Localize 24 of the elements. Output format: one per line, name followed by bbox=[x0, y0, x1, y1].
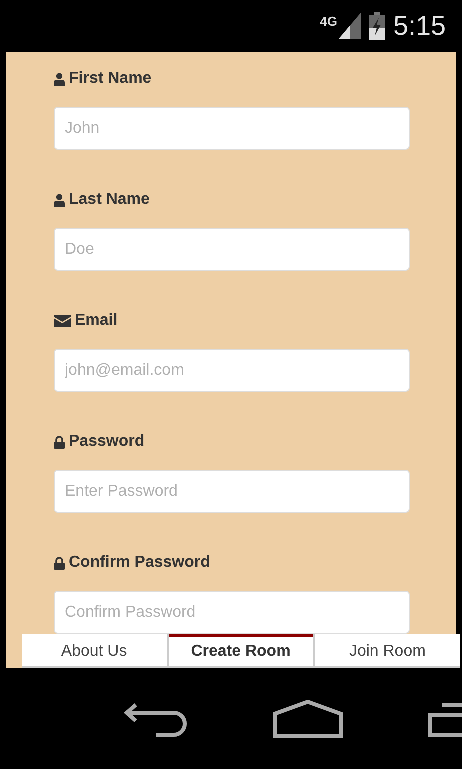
signal-icon bbox=[339, 13, 362, 39]
user-icon bbox=[54, 194, 65, 206]
back-icon[interactable] bbox=[124, 700, 188, 736]
user-icon bbox=[54, 72, 65, 86]
tab[interactable]: About Us bbox=[22, 634, 167, 666]
field-label: Last Name bbox=[69, 191, 150, 209]
field-label: Password bbox=[69, 433, 145, 451]
input-field[interactable]: Doe bbox=[54, 228, 410, 271]
recent-apps-icon[interactable] bbox=[428, 700, 462, 736]
tab[interactable]: Create Room bbox=[168, 634, 314, 666]
input-field[interactable]: Confirm Password bbox=[54, 591, 410, 634]
input-field[interactable]: John bbox=[54, 107, 410, 150]
home-icon[interactable] bbox=[273, 700, 343, 738]
clock-time: 5:15 bbox=[393, 10, 446, 42]
tab[interactable]: Join Room bbox=[315, 634, 460, 666]
field-label: Email bbox=[75, 312, 118, 330]
lock-icon bbox=[54, 436, 65, 448]
field-label: First Name bbox=[69, 70, 152, 88]
network-type: 4G bbox=[320, 14, 338, 29]
lock-icon bbox=[54, 556, 65, 570]
field-label: Confirm Password bbox=[69, 554, 210, 572]
input-field[interactable]: Enter Password bbox=[54, 470, 410, 513]
battery-icon bbox=[369, 12, 386, 40]
envelope-icon bbox=[54, 315, 71, 327]
